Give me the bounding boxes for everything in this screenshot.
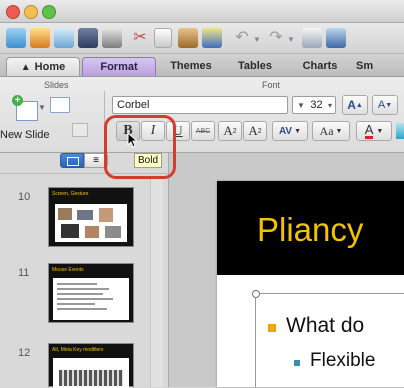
font-color-button[interactable]: A ▼ — [356, 121, 392, 141]
open-icon[interactable] — [54, 28, 74, 48]
increase-arrow-icon: ▲ — [355, 101, 363, 109]
tab-smartart[interactable]: Sm — [356, 57, 404, 75]
subscript-button[interactable]: A2 — [243, 121, 267, 141]
section-icon[interactable] — [72, 123, 88, 137]
slide-thumbnail-title: Alt, Meta Key modifiers — [52, 347, 104, 353]
slide-navigation-pane: ≡ 10 Screen, Gesture 11 Mouse Events 12 — [0, 153, 169, 388]
strikethrough-button[interactable]: ABC — [191, 121, 215, 141]
insert-chart-icon[interactable] — [326, 28, 346, 48]
maximize-button[interactable] — [42, 5, 56, 19]
highlight-callout-outline — [104, 115, 176, 179]
new-slide-label[interactable]: New Slide — [0, 129, 50, 141]
decrease-font-size-button[interactable]: A ▼ — [372, 95, 398, 115]
view-switcher: ≡ — [60, 153, 110, 169]
char-spacing-label: AV — [278, 125, 293, 137]
slide-editing-area: Pliancy What do Flexible — [169, 153, 404, 387]
strikethrough-label: ABC — [195, 127, 211, 135]
subscript-label: A — [248, 123, 258, 138]
format-painter-icon[interactable] — [202, 28, 222, 48]
slide-number: 11 — [18, 267, 30, 279]
font-size-dropdown-icon: ▼ — [297, 100, 305, 110]
superscript-button[interactable]: A2 — [218, 121, 242, 141]
keyboard-image-icon — [53, 358, 129, 388]
bullet-text-1[interactable]: What do — [286, 314, 364, 338]
font-color-label: A — [364, 121, 374, 139]
content-placeholder[interactable]: What do Flexible — [252, 290, 404, 387]
font-size-field[interactable]: ▼ 32 ▾ — [292, 96, 336, 114]
char-spacing-dropdown-icon: ▼ — [294, 127, 302, 135]
copy-icon[interactable] — [154, 28, 172, 48]
new-document-icon[interactable] — [6, 28, 26, 48]
slide-thumbnail[interactable]: Alt, Meta Key modifiers — [48, 343, 134, 388]
thumbnail-scrollbar[interactable] — [150, 177, 163, 387]
slide-thumbnail[interactable]: Mouse Events — [48, 263, 134, 323]
selection-handle[interactable] — [252, 290, 260, 298]
layout-icon[interactable] — [50, 97, 70, 113]
change-case-button[interactable]: Aa ▼ — [312, 121, 350, 141]
character-spacing-button[interactable]: AV ▼ — [272, 121, 308, 141]
increase-font-label: A — [347, 98, 356, 112]
slide-thumbnail-title: Mouse Events — [52, 267, 84, 273]
insert-table-icon[interactable] — [302, 28, 322, 48]
change-case-dropdown-icon: ▼ — [335, 127, 343, 135]
bullet-text-2[interactable]: Flexible — [310, 350, 375, 372]
save-icon[interactable] — [78, 28, 98, 48]
change-case-label: Aa — [319, 123, 334, 138]
close-button[interactable] — [6, 5, 20, 19]
redo-icon[interactable]: ↷ — [266, 28, 286, 48]
tab-format-label: Format — [100, 61, 138, 73]
tab-home[interactable]: ▲ Home — [6, 57, 80, 76]
font-size-value: 32 — [310, 99, 323, 111]
slide-number: 12 — [18, 347, 31, 359]
tab-home-label: Home — [34, 61, 66, 73]
gallery-icon[interactable] — [30, 28, 50, 48]
tab-themes-label: Themes — [170, 60, 212, 72]
thumbnail-view-button[interactable] — [60, 153, 84, 168]
tab-tables[interactable]: Tables — [226, 57, 284, 75]
paste-icon[interactable] — [178, 28, 198, 48]
window-title-bar — [0, 0, 404, 23]
gesture-images-icon — [55, 204, 127, 242]
tab-charts[interactable]: Charts — [290, 57, 350, 75]
print-icon[interactable] — [102, 28, 122, 48]
ribbon: Slides Font + ▼ New Slide Corbel ▼ 32 ▾ … — [0, 77, 404, 153]
cut-icon[interactable]: ✂ — [130, 28, 150, 48]
increase-font-size-button[interactable]: A ▲ — [342, 95, 368, 115]
decrease-arrow-icon: ▼ — [385, 101, 393, 109]
slide-thumbnail[interactable]: Screen, Gesture — [48, 187, 134, 247]
font-size-stepper-icon: ▾ — [327, 100, 332, 110]
font-color-dropdown-icon: ▼ — [376, 127, 384, 135]
sub-bullet-icon — [294, 360, 300, 366]
minimize-button[interactable] — [24, 5, 38, 19]
slide-title[interactable]: Pliancy — [257, 211, 363, 249]
tab-smartart-label: Sm — [356, 60, 374, 72]
undo-dropdown-icon[interactable]: ▼ — [253, 35, 261, 44]
font-name-field[interactable]: Corbel — [112, 96, 288, 114]
thumbnail-view-icon — [67, 157, 79, 166]
new-slide-icon[interactable]: + — [12, 95, 38, 121]
decrease-font-label: A — [377, 99, 386, 111]
standard-toolbar: ✂ ↶ ▼ ↷ ▼ — [0, 23, 404, 54]
undo-icon[interactable]: ↶ — [232, 28, 252, 48]
outline-view-icon: ≡ — [93, 155, 99, 166]
highlight-icon[interactable] — [396, 123, 404, 139]
tab-format[interactable]: Format — [82, 57, 156, 76]
bullet-icon — [268, 324, 276, 332]
home-icon: ▲ — [20, 61, 31, 73]
tab-themes[interactable]: Themes — [160, 57, 222, 75]
slides-group-label: Slides — [44, 80, 69, 90]
tab-charts-label: Charts — [302, 60, 338, 72]
ribbon-tab-bar: ▲ Home Format Themes Tables Charts Sm — [0, 54, 404, 77]
tab-tables-label: Tables — [237, 60, 273, 72]
superscript-label: A — [223, 123, 233, 138]
slide-thumbnail-title: Screen, Gesture — [52, 191, 89, 197]
new-slide-dropdown-icon[interactable]: ▼ — [38, 103, 46, 112]
slide-thumbnail-body — [53, 278, 129, 320]
redo-dropdown-icon[interactable]: ▼ — [287, 35, 295, 44]
font-group-label: Font — [262, 80, 281, 90]
current-slide: Pliancy What do Flexible — [217, 181, 404, 387]
slide-number: 10 — [18, 191, 31, 203]
